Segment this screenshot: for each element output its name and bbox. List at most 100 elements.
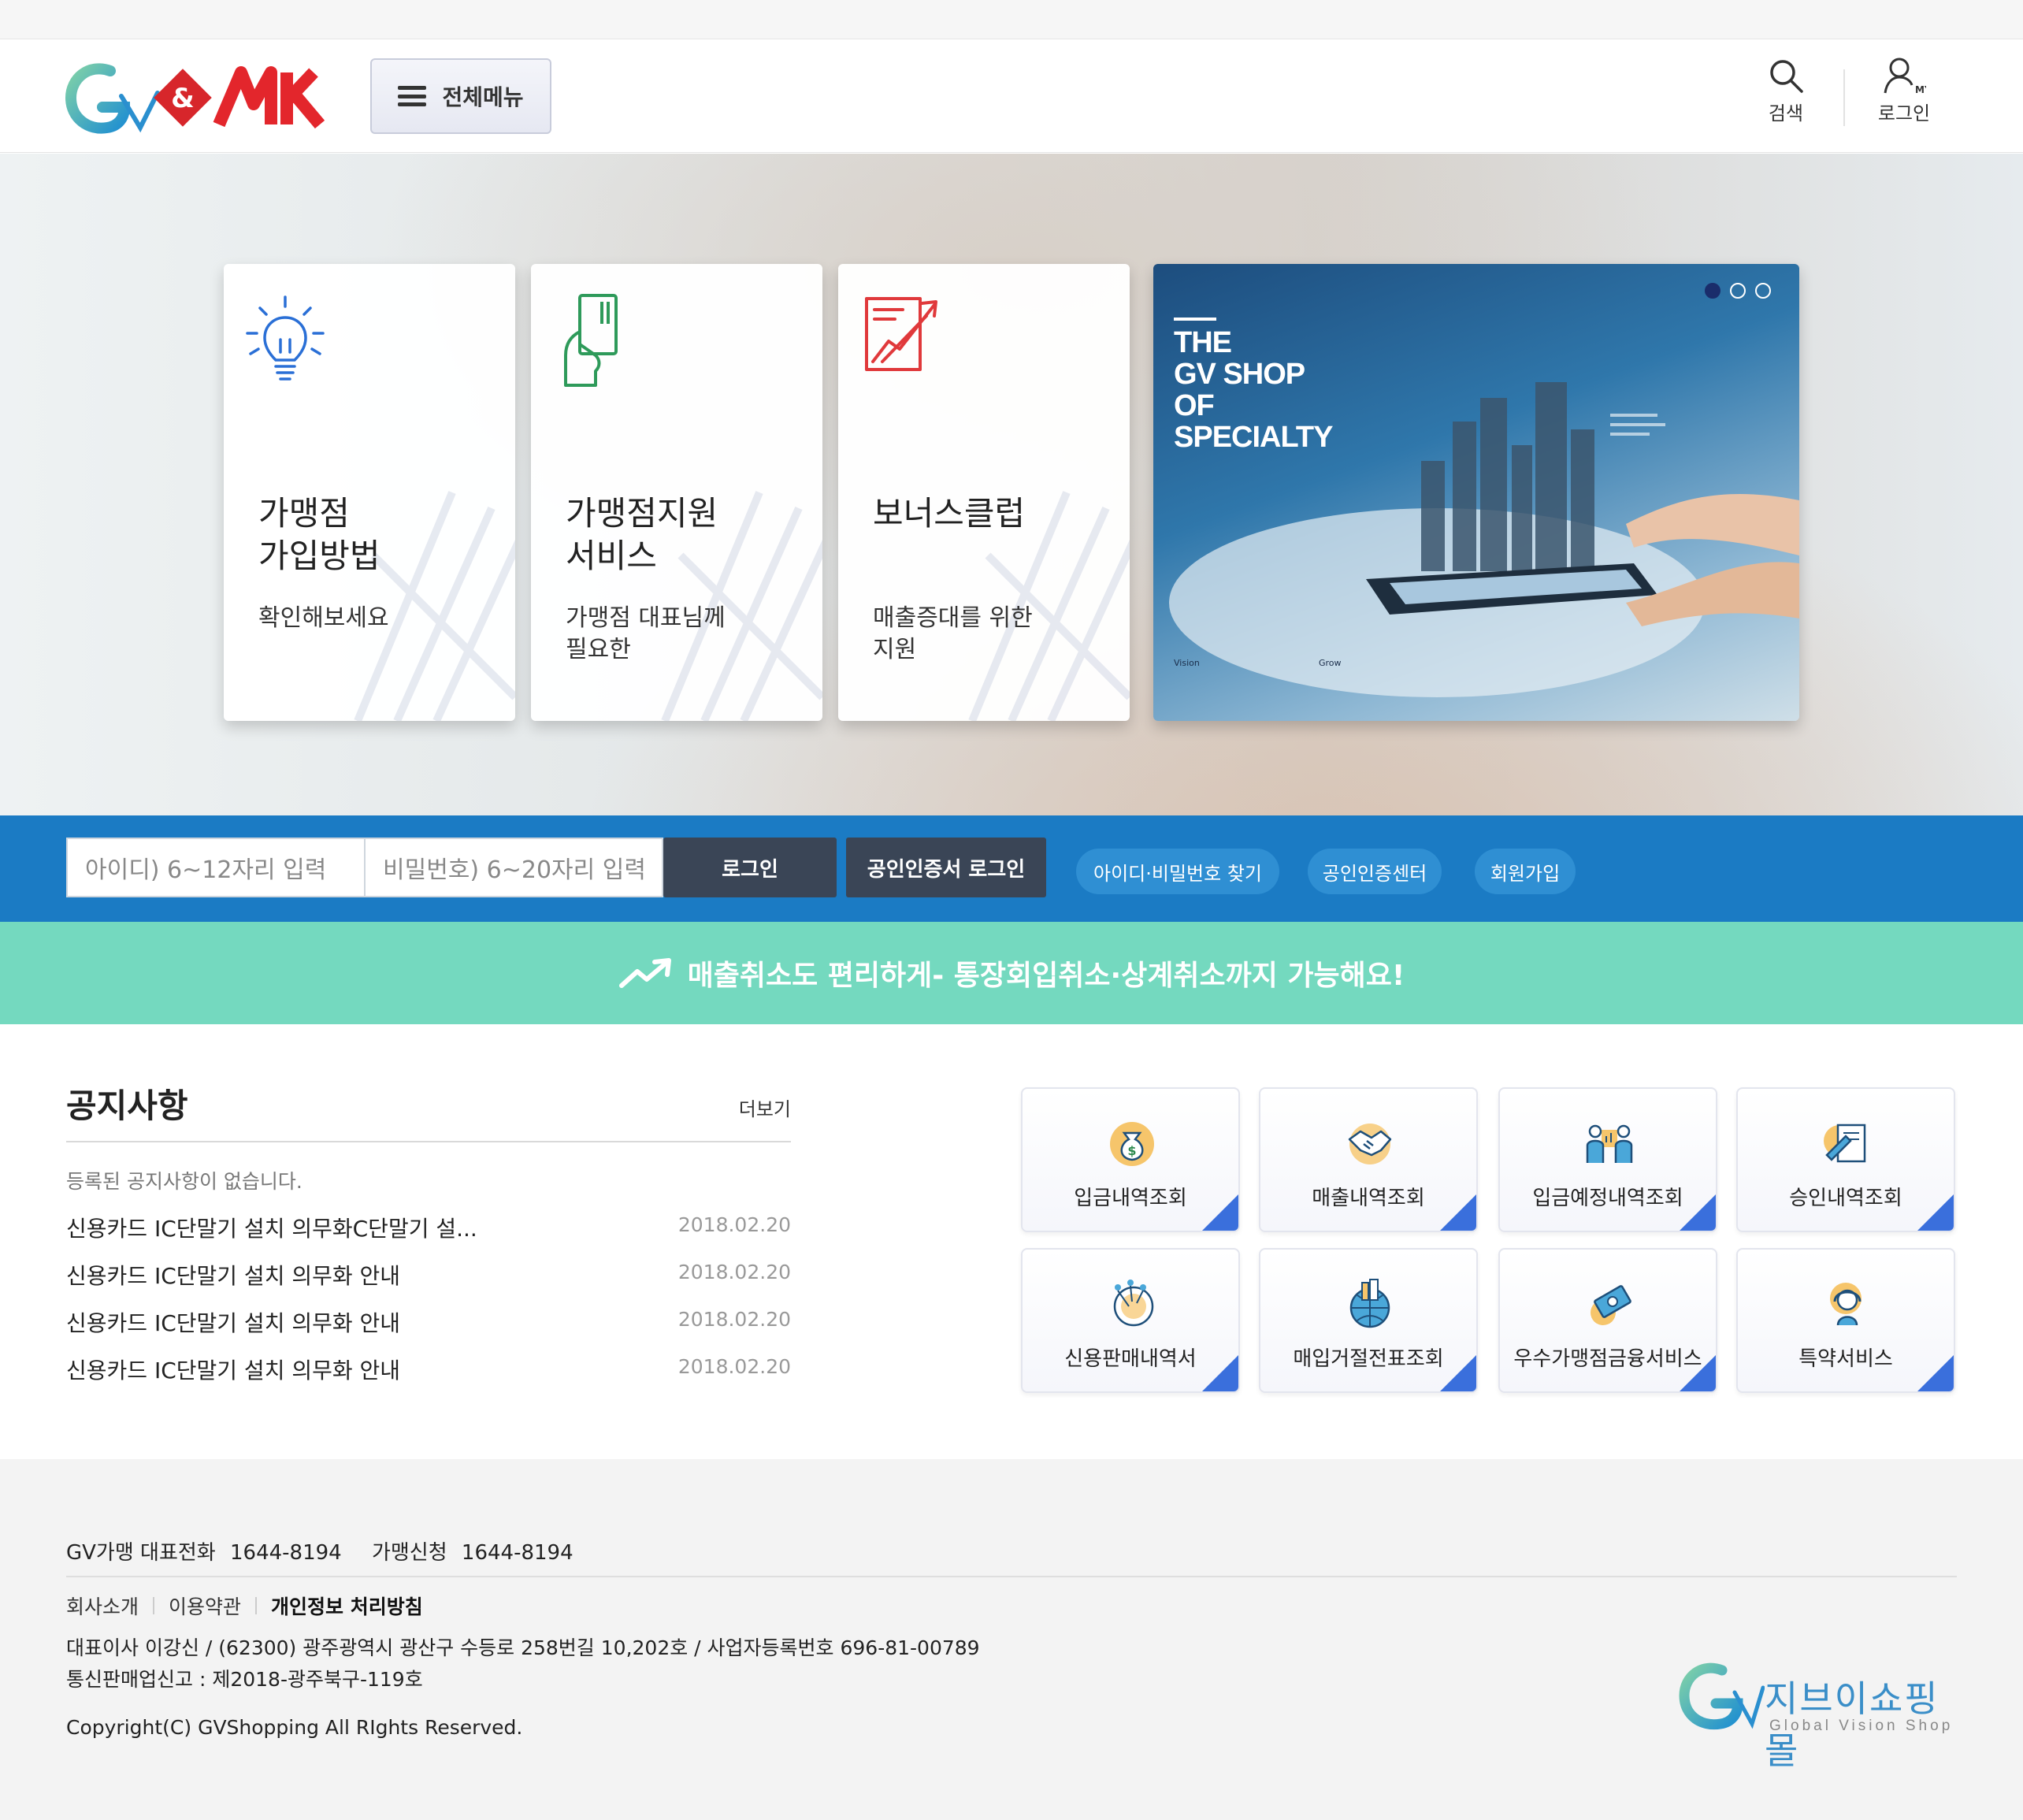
chart-document-icon — [865, 297, 937, 371]
svg-text:$: $ — [1127, 1143, 1136, 1158]
find-id-password-link[interactable]: 아이디·비밀번호 찾기 — [1076, 849, 1279, 894]
tile-deposit-history[interactable]: $ 입금내역조회 — [1021, 1087, 1240, 1232]
search-button[interactable]: 검색 — [1743, 57, 1829, 136]
card-title: 보너스클럽 — [873, 494, 1026, 533]
tile-special-service[interactable]: 특약서비스 — [1736, 1248, 1955, 1393]
cert-login-button[interactable]: 공인인증서 로그인 — [846, 838, 1046, 897]
id-input[interactable]: 아이디) 6~12자리 입력 — [66, 838, 366, 897]
notice-item[interactable]: 신용카드 IC단말기 설치 의무화C단말기 설... 2018.02.20 — [66, 1212, 791, 1243]
promo-text: 매출취소도 편리하게- 통장회입취소·상계취소까지 가능해요! — [687, 960, 1405, 992]
support-agent-icon — [1830, 1283, 1862, 1326]
trend-up-icon — [618, 958, 671, 988]
footer-address: 대표이사 이강신 / (62300) 광주광역시 광산구 수등로 258번길 1… — [66, 1636, 980, 1691]
tile-sales-history[interactable]: 매출내역조회 — [1259, 1087, 1478, 1232]
card-franchise-support[interactable]: 가맹점지원 서비스 가맹점 대표님께 필요한 — [531, 264, 822, 721]
footer-logo[interactable]: 지브이쇼핑몰 Global Vision Shop — [1678, 1656, 1962, 1772]
card-franchise-join[interactable]: 가맹점 가입방법 확인해보세요 — [224, 264, 515, 721]
gv-mk-logo-icon: & — [65, 63, 325, 134]
phone-label: GV가맹 대표전화 — [66, 1541, 216, 1565]
notice-item-title[interactable]: 신용카드 IC단말기 설치 의무화 안내 — [66, 1306, 400, 1338]
top-strip — [0, 0, 2023, 39]
footer-logo-english: Global Vision Shop — [1769, 1718, 1954, 1734]
slide-dot-3[interactable] — [1755, 283, 1771, 299]
notice-item-title[interactable]: 신용카드 IC단말기 설치 의무화C단말기 설... — [66, 1212, 477, 1243]
people-chart-icon — [1586, 1124, 1633, 1163]
password-input[interactable]: 비밀번호) 6~20자리 입력 — [364, 838, 663, 897]
svg-text:&: & — [171, 83, 195, 114]
footer-phone: GV가맹 대표전화 1644-8194 가맹신청 1644-8194 — [66, 1536, 573, 1566]
slide-indicator — [1705, 283, 1771, 299]
tile-purchase-rejection[interactable]: 매입거절전표조회 — [1259, 1248, 1478, 1393]
tile-expected-deposit[interactable]: 입금예정내역조회 — [1498, 1087, 1717, 1232]
login-button-header[interactable]: MY 로그인 — [1861, 57, 1947, 136]
signup-link[interactable]: 회원가입 — [1475, 849, 1576, 894]
notice-divider — [66, 1141, 791, 1142]
hero-section: 가맹점 가입방법 확인해보세요 가맹점지원 서비스 가맹점 대표님께 필요한 보… — [0, 154, 2023, 815]
card-title: 가맹점지원 서비스 — [566, 494, 718, 575]
all-menu-button[interactable]: 전체메뉴 — [370, 58, 551, 134]
tile-corner — [1680, 1355, 1716, 1391]
slide-dot-1[interactable] — [1705, 283, 1720, 299]
hamburger-icon — [398, 86, 427, 106]
handshake-icon — [1348, 1124, 1392, 1164]
notice-more-link[interactable]: 더보기 — [739, 1094, 791, 1121]
tile-corner — [1917, 1355, 1954, 1391]
notice-item[interactable]: 신용카드 IC단말기 설치 의무화 안내 2018.02.20 — [66, 1354, 791, 1385]
card-subtitle: 가맹점 대표님께 필요한 — [566, 604, 726, 663]
tile-credit-sales-statement[interactable]: 신용판매내역서 — [1021, 1248, 1240, 1393]
footer-separator — [153, 1597, 155, 1614]
footer-link-about[interactable]: 회사소개 — [66, 1592, 139, 1620]
apply-phone: 1644-8194 — [461, 1541, 573, 1565]
document-pen-icon — [1824, 1124, 1866, 1163]
login-bar: 아이디) 6~12자리 입력 비밀번호) 6~20자리 입력 로그인 공인인증서… — [0, 815, 2023, 922]
gv-logo-icon — [1679, 1662, 1765, 1730]
notice-item[interactable]: 신용카드 IC단말기 설치 의무화 안내 2018.02.20 — [66, 1259, 791, 1291]
footer-separator — [255, 1597, 258, 1614]
promo-banner[interactable]: THE GV SHOP OF SPECIALTY Vision Grow — [1153, 264, 1799, 721]
tile-premium-finance[interactable]: 우수가맹점금융서비스 — [1498, 1248, 1717, 1393]
footer-link-privacy[interactable]: 개인정보 처리방침 — [271, 1592, 423, 1620]
site-header: & 전체메뉴 검색 MY 로그인 — [0, 39, 2023, 153]
tile-corner — [1202, 1355, 1238, 1391]
banknote-icon — [1591, 1285, 1631, 1325]
notice-item[interactable]: 신용카드 IC단말기 설치 의무화 안내 2018.02.20 — [66, 1306, 791, 1338]
money-bag-icon: $ — [1110, 1122, 1154, 1166]
lightbulb-icon — [246, 295, 325, 381]
notice-item-title[interactable]: 신용카드 IC단말기 설치 의무화 안내 — [66, 1259, 400, 1291]
notice-item-date: 2018.02.20 — [677, 1308, 791, 1331]
my-badge: MY — [1915, 84, 1926, 95]
notice-empty-message: 등록된 공지사항이 없습니다. — [66, 1170, 303, 1193]
card-subtitle: 매출증대를 위한 지원 — [873, 604, 1033, 663]
brand-logo[interactable]: & — [65, 55, 348, 137]
header-divider — [1843, 69, 1845, 126]
cert-center-link[interactable]: 공인인증센터 — [1308, 849, 1442, 894]
notice-item-date: 2018.02.20 — [677, 1213, 791, 1236]
tile-approval-history[interactable]: 승인내역조회 — [1736, 1087, 1955, 1232]
phone-number: 1644-8194 — [229, 1541, 342, 1565]
login-submit-button[interactable]: 로그인 — [663, 838, 837, 897]
notice-item-title[interactable]: 신용카드 IC단말기 설치 의무화 안내 — [66, 1354, 400, 1385]
footer-links: 회사소개 이용약관 개인정보 처리방침 — [66, 1592, 423, 1620]
notice-item-date: 2018.02.20 — [677, 1355, 791, 1378]
apply-label: 가맹신청 — [371, 1541, 447, 1565]
footer-divider — [66, 1576, 1957, 1577]
city-globe-icon — [1349, 1279, 1390, 1328]
footer-link-terms[interactable]: 이용약관 — [169, 1592, 241, 1620]
banner-headline: THE GV SHOP OF SPECIALTY — [1174, 326, 1333, 454]
promo-strip: 매출취소도 편리하게- 통장회입취소·상계취소까지 가능해요! — [0, 922, 2023, 1024]
footer-copyright: Copyright(C) GVShopping All RIghts Reser… — [66, 1716, 523, 1739]
search-label: 검색 — [1768, 102, 1804, 124]
slide-dot-2[interactable] — [1730, 283, 1746, 299]
user-icon: MY — [1884, 58, 1926, 95]
banner-small-left: Vision — [1174, 658, 1200, 668]
notice-item-date: 2018.02.20 — [677, 1261, 791, 1283]
card-bonus-club[interactable]: 보너스클럽 매출증대를 위한 지원 — [838, 264, 1130, 721]
tile-corner — [1440, 1194, 1476, 1231]
card-subtitle: 확인해보세요 — [258, 604, 389, 632]
tile-corner — [1917, 1194, 1954, 1231]
tile-corner — [1680, 1194, 1716, 1231]
site-footer: GV가맹 대표전화 1644-8194 가맹신청 1644-8194 회사소개 … — [0, 1459, 2023, 1820]
banner-small-right: Grow — [1319, 658, 1342, 668]
tile-corner — [1440, 1355, 1476, 1391]
all-menu-label: 전체메뉴 — [442, 84, 524, 110]
